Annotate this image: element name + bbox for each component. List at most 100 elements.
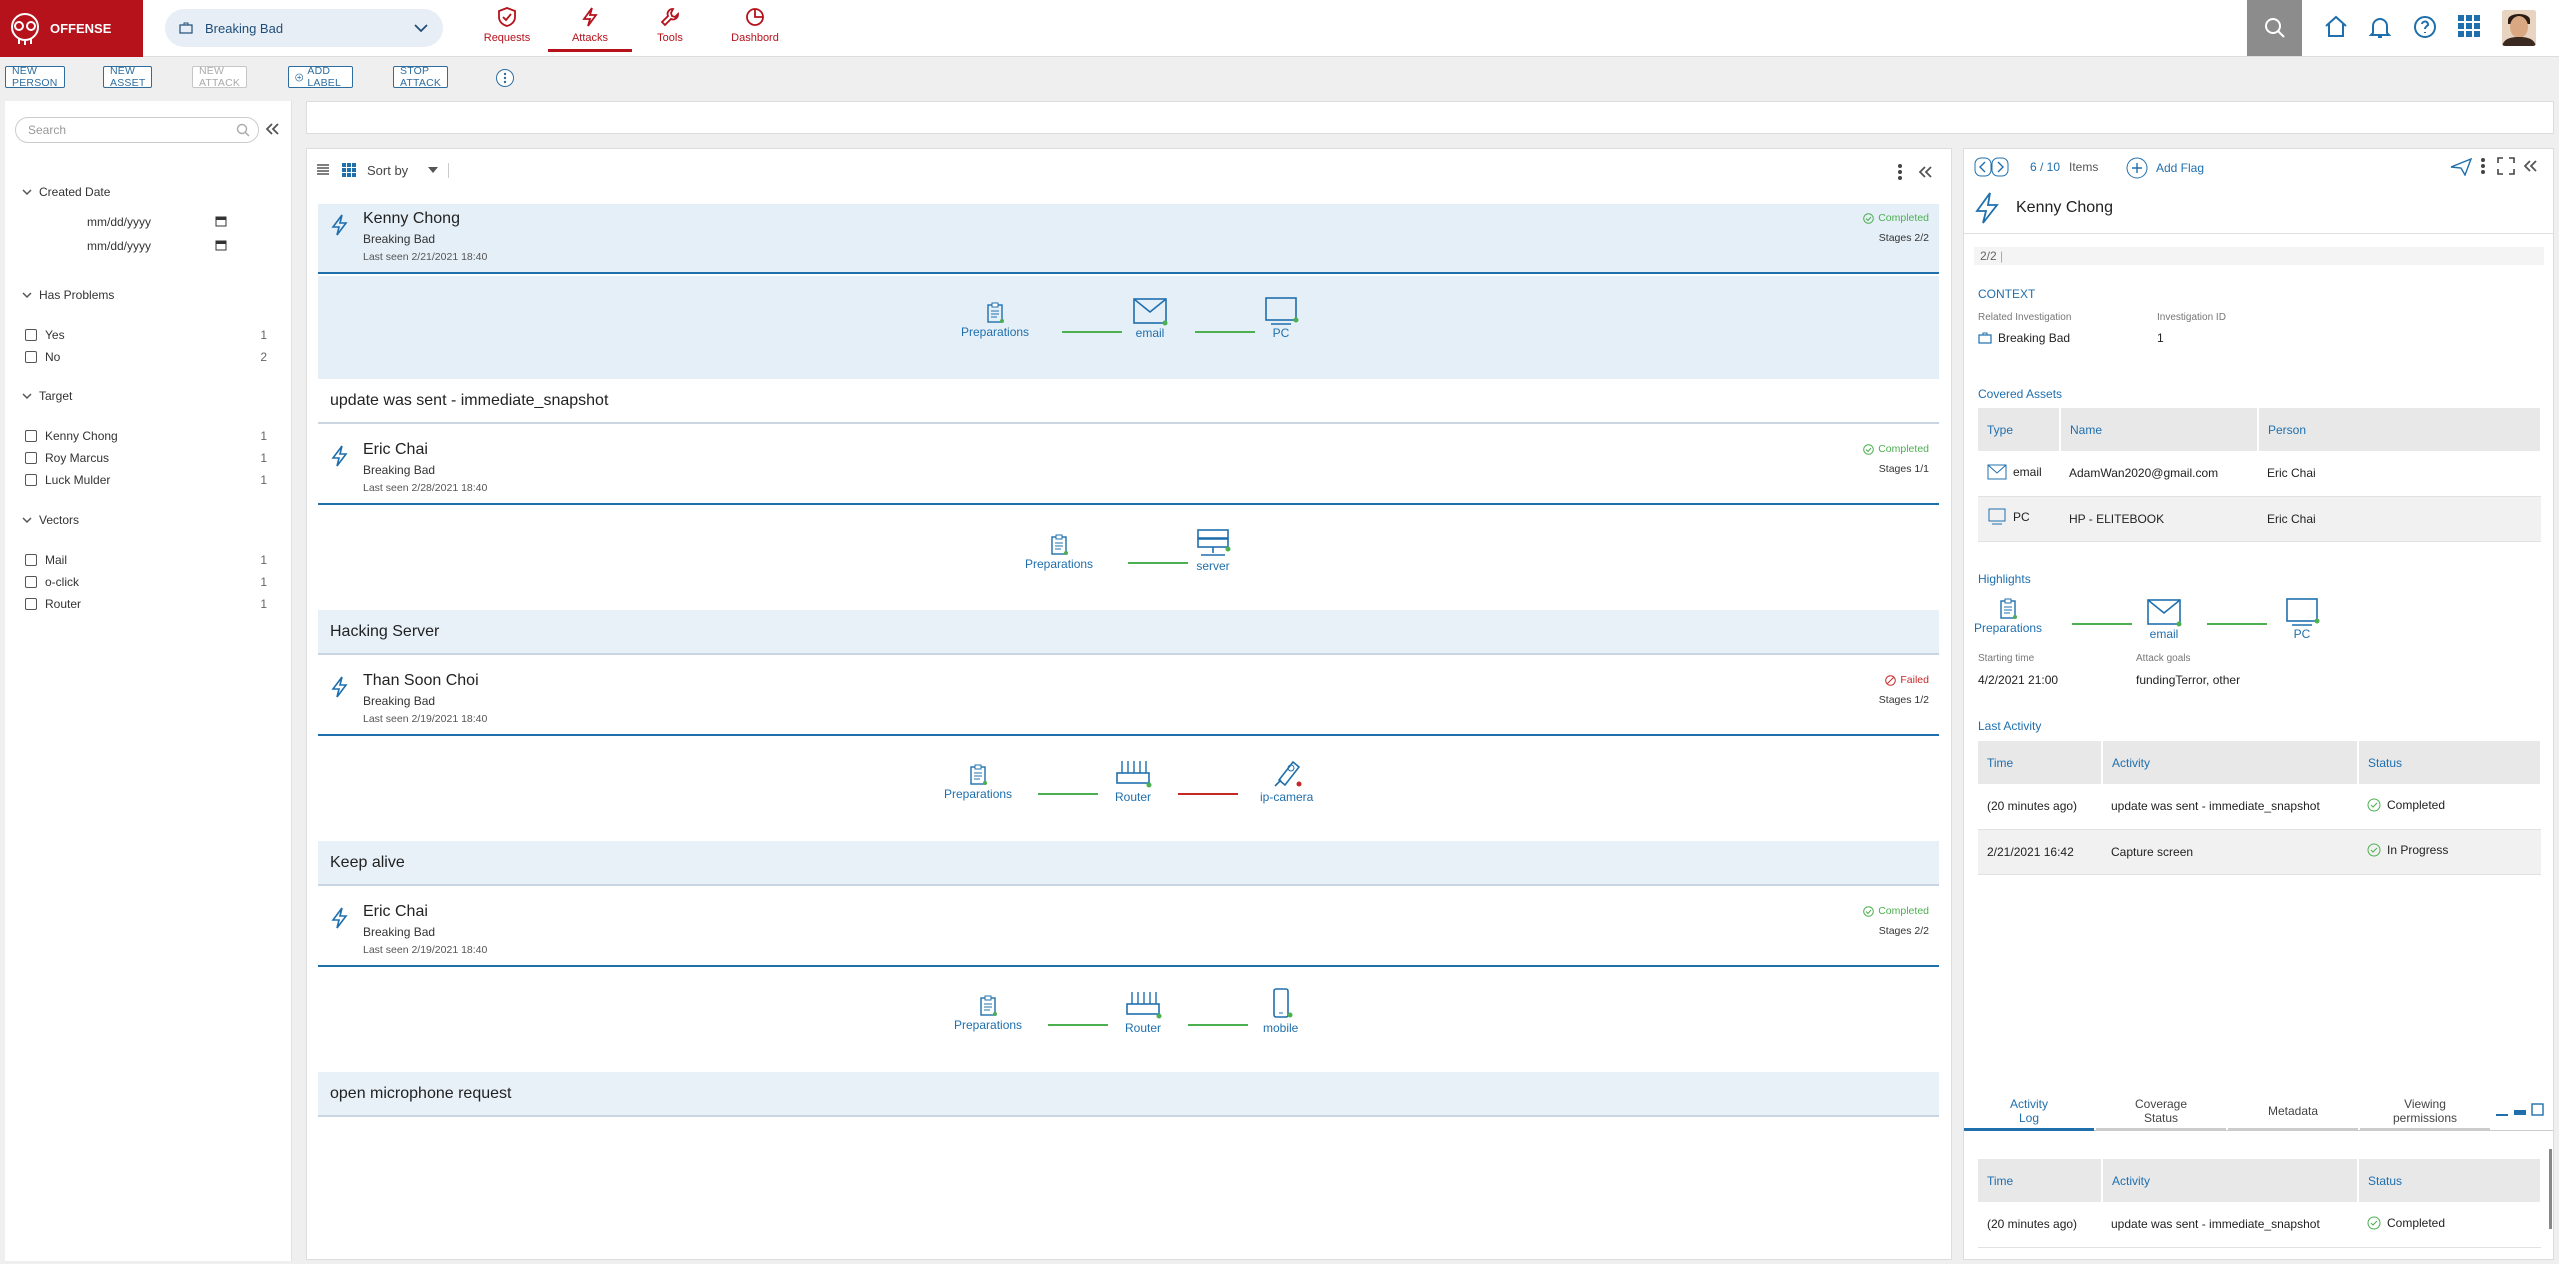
covered-assets-title: Covered Assets — [1978, 387, 2063, 401]
attack-card[interactable]: Eric Chai Breaking Bad Last seen 2/28/20… — [318, 435, 1939, 657]
column-header[interactable]: Type — [1978, 408, 2061, 451]
flow-node-mobile[interactable]: mobile — [1263, 987, 1298, 1035]
filter-has-problems-header[interactable]: Has Problems — [22, 288, 114, 302]
collapse-double-chevron-icon[interactable] — [1917, 164, 1933, 180]
active-filter-bar[interactable] — [306, 101, 2554, 134]
more-vertical-icon[interactable] — [2480, 157, 2486, 175]
new-asset-button[interactable]: NEW ASSET — [103, 65, 153, 89]
attack-card[interactable]: Than Soon Choi Breaking Bad Last seen 2/… — [318, 666, 1939, 888]
tab-coverage-status[interactable]: Coverage Status — [2096, 1093, 2226, 1131]
column-header[interactable]: Activity — [2102, 1159, 2359, 1202]
stop-attack-button[interactable]: STOP ATTACK — [393, 65, 449, 89]
flow-node-router[interactable]: Router — [1114, 758, 1152, 804]
flow-node-server[interactable]: server — [1195, 527, 1231, 573]
new-attack-button[interactable]: NEW ATTACK — [192, 65, 248, 89]
fullscreen-icon[interactable] — [2497, 157, 2515, 175]
filter-option[interactable]: Mail 1 — [25, 553, 267, 567]
checkbox[interactable] — [25, 452, 37, 464]
highlight-node-email[interactable]: email — [2146, 597, 2182, 641]
more-info-icon[interactable] — [495, 68, 515, 88]
flow-node-preparations[interactable]: Preparations — [954, 994, 1022, 1032]
highlight-node-pc[interactable]: PC — [2284, 597, 2320, 641]
column-header[interactable]: Status — [2358, 1159, 2542, 1202]
list-view-icon[interactable] — [315, 162, 331, 178]
checkbox[interactable] — [25, 430, 37, 442]
filter-search-input[interactable]: Search — [15, 117, 259, 143]
column-header[interactable]: Status — [2358, 741, 2542, 784]
column-header[interactable]: Person — [2258, 408, 2542, 451]
flow-node-ip-camera[interactable]: ip-camera — [1260, 756, 1313, 804]
checkbox[interactable] — [25, 554, 37, 566]
filter-vectors-header[interactable]: Vectors — [22, 513, 79, 527]
attack-card[interactable]: Kenny Chong Breaking Bad Last seen 2/21/… — [318, 204, 1939, 426]
help-icon[interactable] — [2412, 14, 2438, 40]
previous-icon[interactable] — [1974, 157, 1992, 177]
filter-option[interactable]: No 2 — [25, 350, 267, 364]
filter-option[interactable]: o-click 1 — [25, 575, 267, 589]
column-header[interactable]: Time — [1978, 1159, 2103, 1202]
global-search-button[interactable] — [2247, 0, 2302, 56]
flow-node-preparations[interactable]: Preparations — [1025, 533, 1093, 571]
tab-activity-log[interactable]: Activity Log — [1964, 1093, 2094, 1131]
flow-node-email[interactable]: email — [1132, 296, 1168, 340]
home-icon[interactable] — [2323, 14, 2349, 40]
filter-created-date-header[interactable]: Created Date — [22, 185, 110, 199]
grid-view-icon[interactable] — [341, 162, 357, 178]
app-logo[interactable]: OFFENSE — [0, 0, 143, 57]
checkbox[interactable] — [25, 576, 37, 588]
date-to-input[interactable]: mm/dd/yyyy — [87, 239, 227, 253]
filter-option[interactable]: Yes 1 — [25, 328, 267, 342]
next-icon[interactable] — [1991, 157, 2009, 177]
column-header[interactable]: Activity — [2102, 741, 2359, 784]
collapse-double-chevron-icon[interactable] — [2522, 158, 2538, 174]
add-flag-button[interactable]: Add Flag — [2126, 157, 2204, 179]
investigation-select[interactable]: Breaking Bad — [165, 9, 443, 47]
nav-dashboard[interactable]: Dashbord — [713, 6, 797, 52]
attack-list-panel: Sort by Kenny Chong Breaking Bad Last se… — [306, 148, 1952, 1260]
attack-card-header: Eric Chai Breaking Bad Last seen 2/19/20… — [318, 897, 1939, 967]
panel-size-icon[interactable] — [2494, 1103, 2546, 1117]
tab-viewing-permissions[interactable]: Viewing permissions — [2360, 1093, 2490, 1131]
filter-option[interactable]: Kenny Chong 1 — [25, 429, 267, 443]
column-header[interactable]: Name — [2060, 408, 2259, 451]
checkbox[interactable] — [25, 474, 37, 486]
sort-select[interactable]: Sort by — [367, 162, 450, 178]
search-icon — [2264, 18, 2285, 38]
attack-investigation: Breaking Bad — [363, 694, 436, 708]
nav-requests[interactable]: Requests — [465, 6, 549, 52]
column-header[interactable]: Time — [1978, 741, 2103, 784]
more-vertical-icon[interactable] — [1897, 163, 1903, 181]
new-person-button[interactable]: NEW PERSON — [5, 65, 65, 89]
nav-attacks[interactable]: Attacks — [548, 6, 632, 52]
highlight-node-preparations[interactable]: Preparations — [1974, 597, 2042, 635]
flow-node-preparations[interactable]: Preparations — [944, 763, 1012, 801]
filter-option[interactable]: Router 1 — [25, 597, 267, 611]
flow-node-pc[interactable]: PC — [1263, 296, 1299, 340]
table-row[interactable]: (20 minutes ago) update was sent - immed… — [1978, 1202, 2541, 1248]
checkbox[interactable] — [25, 351, 37, 363]
apps-grid-icon[interactable] — [2457, 14, 2481, 38]
scrollbar[interactable] — [2549, 1149, 2552, 1229]
attack-card[interactable]: Eric Chai Breaking Bad Last seen 2/19/20… — [318, 897, 1939, 1119]
bell-icon[interactable] — [2367, 14, 2393, 40]
checkbox[interactable] — [25, 329, 37, 341]
send-icon[interactable] — [2450, 158, 2472, 176]
flow-node-preparations[interactable]: Preparations — [961, 301, 1029, 339]
table-row[interactable]: (20 minutes ago) update was sent - immed… — [1978, 784, 2541, 830]
add-label-button[interactable]: ADD LABEL — [288, 65, 353, 89]
table-row[interactable]: 2/21/2021 16:42 Capture screen In Progre… — [1978, 829, 2541, 875]
option-count: 1 — [260, 451, 267, 465]
flow-node-router[interactable]: Router — [1124, 989, 1162, 1035]
filter-target-header[interactable]: Target — [22, 389, 72, 403]
checkbox[interactable] — [25, 598, 37, 610]
table-row[interactable]: email AdamWan2020@gmail.com Eric Chai — [1978, 451, 2541, 497]
nav-tools[interactable]: Tools — [628, 6, 712, 52]
filter-option[interactable]: Luck Mulder 1 — [25, 473, 267, 487]
user-avatar[interactable] — [2502, 10, 2536, 46]
date-from-input[interactable]: mm/dd/yyyy — [87, 215, 227, 229]
related-investigation-value[interactable]: Breaking Bad — [1978, 331, 2070, 345]
collapse-double-chevron-icon[interactable] — [264, 121, 280, 137]
table-row[interactable]: PC HP - ELITEBOOK Eric Chai — [1978, 496, 2541, 542]
filter-option[interactable]: Roy Marcus 1 — [25, 451, 267, 465]
tab-metadata[interactable]: Metadata — [2228, 1093, 2358, 1131]
